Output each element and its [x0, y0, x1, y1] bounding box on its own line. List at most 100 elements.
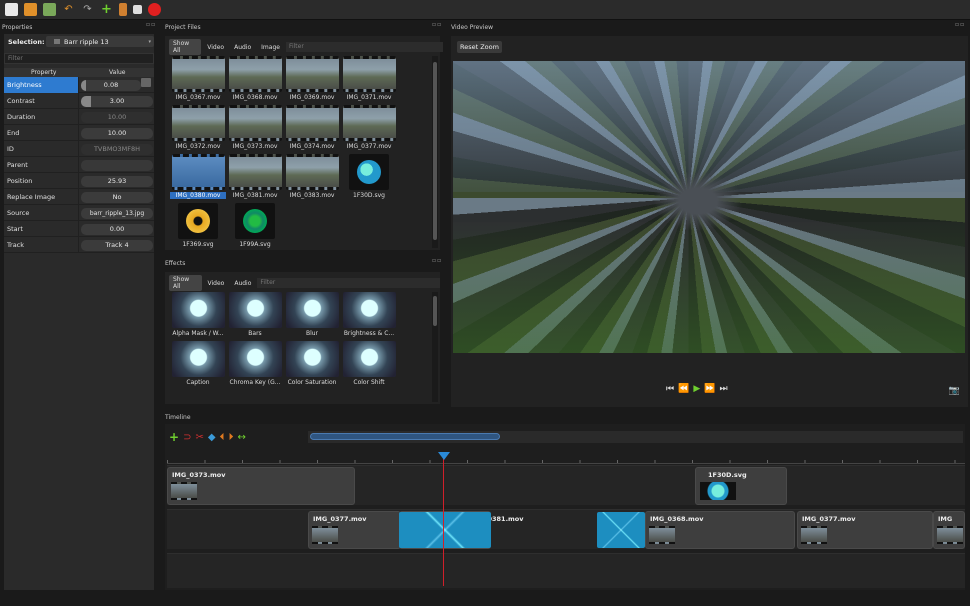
selection-dropdown[interactable]: Barr ripple 13 ▾ [46, 36, 154, 47]
property-value[interactable] [81, 160, 153, 171]
property-value[interactable]: barr_ripple_13.jpg [81, 208, 153, 219]
next-marker-icon[interactable]: ⏵ [229, 432, 234, 443]
property-row-contrast[interactable]: Contrast 3.00 [4, 93, 154, 109]
property-value[interactable]: No [81, 192, 153, 203]
property-value[interactable]: 0.00 [81, 224, 153, 235]
effects-filter-show-all[interactable]: Show All [169, 275, 202, 291]
project-file-item[interactable]: IMG_0383.mov [284, 154, 340, 202]
playhead-line[interactable] [443, 452, 444, 586]
effect-item[interactable]: Brightness & C... [341, 292, 397, 340]
timeline-overview-scrollbar[interactable] [308, 431, 963, 443]
property-row-id[interactable]: ID TVBMO3MF8H [4, 141, 154, 157]
effect-item[interactable]: Chroma Key (G... [227, 341, 283, 389]
jump-start-icon[interactable]: ⏮ [666, 384, 674, 394]
redo-icon[interactable]: ↷ [81, 3, 94, 16]
keyframe-icon[interactable] [141, 78, 151, 87]
project-file-item[interactable]: IMG_0374.mov [284, 105, 340, 153]
property-value[interactable]: Track 4 [81, 240, 153, 251]
project-files-dock-controls[interactable]: ▫▫ [432, 21, 442, 31]
effects-dock-controls[interactable]: ▫▫ [432, 257, 442, 267]
project-file-item[interactable]: IMG_0377.mov [341, 105, 397, 153]
properties-filter-input[interactable]: Filter [4, 53, 154, 64]
property-value-slider[interactable]: 0.08 [81, 80, 141, 91]
effect-item[interactable]: Color Saturation [284, 341, 340, 389]
property-name: Duration [4, 109, 79, 125]
choose-profile-icon[interactable] [119, 3, 127, 16]
export-icon[interactable] [148, 3, 161, 16]
snapping-icon[interactable]: ⊃ [183, 432, 191, 443]
property-row-parent[interactable]: Parent [4, 157, 154, 173]
effect-item[interactable]: Caption [170, 341, 226, 389]
property-row-brightness[interactable]: Brightness 0.08 [4, 77, 154, 93]
project-file-item[interactable]: IMG_0369.mov [284, 56, 340, 104]
undo-icon[interactable]: ↶ [62, 3, 75, 16]
project-file-item[interactable]: IMG_0367.mov [170, 56, 226, 104]
project-file-item[interactable]: 1F99A.svg [227, 203, 283, 251]
previous-marker-icon[interactable]: ⏴ [220, 432, 225, 443]
property-row-replace-image[interactable]: Replace Image No [4, 189, 154, 205]
property-row-end[interactable]: End 10.00 [4, 125, 154, 141]
project-file-item[interactable]: IMG_0368.mov [227, 56, 283, 104]
filter-show-all[interactable]: Show All [169, 39, 202, 55]
playhead-handle[interactable] [438, 452, 450, 460]
effect-item[interactable]: Bars [227, 292, 283, 340]
project-file-item[interactable]: IMG_0373.mov [227, 105, 283, 153]
property-row-source[interactable]: Source barr_ripple_13.jpg [4, 205, 154, 221]
timeline-clip[interactable]: IMG_0377.mov [308, 511, 401, 549]
project-file-item[interactable]: IMG_0381.mov [227, 154, 283, 202]
property-row-track[interactable]: Track Track 4 [4, 237, 154, 253]
fullscreen-icon[interactable] [133, 5, 142, 14]
effects-filter-audio[interactable]: Audio [230, 279, 255, 288]
effect-name: Caption [186, 379, 210, 386]
filter-audio[interactable]: Audio [230, 43, 255, 52]
timeline-transition[interactable] [399, 512, 491, 548]
project-file-item[interactable]: 1F30D.svg [341, 154, 397, 202]
effects-filter-input[interactable]: Filter [257, 278, 440, 288]
property-value[interactable]: 10.00 [81, 128, 153, 139]
property-row-position[interactable]: Position 25.93 [4, 173, 154, 189]
timeline-clip[interactable]: IMG [933, 511, 965, 549]
effect-item[interactable]: Color Shift [341, 341, 397, 389]
project-files-scrollbar[interactable] [432, 56, 438, 248]
property-row-duration[interactable]: Duration 10.00 [4, 109, 154, 125]
video-frame[interactable] [453, 61, 965, 353]
razor-icon[interactable]: ✂ [195, 432, 203, 443]
filter-video[interactable]: Video [203, 43, 228, 52]
open-project-icon[interactable] [24, 3, 37, 16]
import-files-icon[interactable]: + [100, 3, 113, 16]
camera-icon[interactable]: 📷 [949, 386, 960, 396]
filter-image[interactable]: Image [257, 43, 284, 52]
project-file-item-selected[interactable]: IMG_0380.mov [170, 154, 226, 202]
effects-filter-video[interactable]: Video [204, 279, 229, 288]
new-project-icon[interactable] [5, 3, 18, 16]
effect-item[interactable]: Blur [284, 292, 340, 340]
properties-dock-controls[interactable]: ▫▫ [146, 21, 156, 31]
property-row-start[interactable]: Start 0.00 [4, 221, 154, 237]
fast-forward-icon[interactable]: ⏩ [704, 384, 715, 394]
timeline-transition[interactable] [597, 512, 645, 548]
timeline-clip[interactable]: IMG_0377.mov [797, 511, 933, 549]
timeline-clip[interactable]: 1F30D.svg [695, 467, 787, 505]
property-value-slider[interactable]: 3.00 [81, 96, 153, 107]
video-preview-dock-controls[interactable]: ▫▫ [955, 21, 965, 31]
property-value[interactable]: 25.93 [81, 176, 153, 187]
effects-scrollbar[interactable] [432, 292, 438, 402]
timeline-clip[interactable]: IMG_0368.mov [645, 511, 795, 549]
project-file-item[interactable]: IMG_0372.mov [170, 105, 226, 153]
timeline-ruler[interactable] [167, 452, 965, 464]
center-playhead-icon[interactable]: ↔ [238, 432, 246, 443]
jump-end-icon[interactable]: ⏭ [719, 384, 727, 394]
project-files-filter-input[interactable]: Filter [285, 42, 443, 52]
overview-window[interactable] [310, 433, 500, 440]
add-track-icon[interactable]: + [169, 430, 179, 444]
save-project-icon[interactable] [43, 3, 56, 16]
add-marker-icon[interactable]: ◆ [208, 432, 216, 443]
play-icon[interactable]: ▶ [693, 384, 700, 394]
rewind-icon[interactable]: ⏪ [678, 384, 689, 394]
project-file-item[interactable]: 1F369.svg [170, 203, 226, 251]
timeline-clip[interactable]: IMG_0373.mov [167, 467, 355, 505]
project-file-item[interactable]: IMG_0371.mov [341, 56, 397, 104]
reset-zoom-button[interactable]: Reset Zoom [457, 41, 502, 53]
effect-name: Blur [305, 330, 319, 337]
effect-item[interactable]: Alpha Mask / W... [170, 292, 226, 340]
